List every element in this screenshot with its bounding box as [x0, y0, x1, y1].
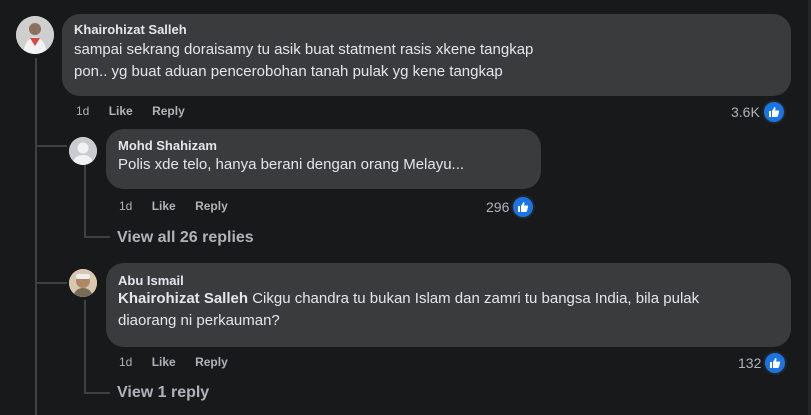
comment-text: Polis xde telo, hanya berani dengan oran… [118, 156, 465, 173]
thread-line-sub-2-hook [84, 392, 110, 394]
user-photo-icon [16, 16, 54, 54]
comment-bubble: Mohd Shahizam Polis xde telo, hanya bera… [106, 129, 541, 189]
like-button[interactable]: Like [109, 104, 133, 118]
like-button[interactable]: Like [152, 355, 176, 369]
reply-button[interactable]: Reply [195, 355, 228, 369]
thread-line-sub-1-hook [84, 236, 110, 238]
comment-time[interactable]: 1d [76, 104, 89, 118]
like-button[interactable]: Like [152, 199, 176, 213]
comment-bubble: Khairohizat Salleh sampai sekrang dorais… [62, 14, 791, 96]
like-reaction-icon [511, 195, 536, 219]
comment-time[interactable]: 1d [119, 355, 132, 369]
reaction-count-label: 132 [738, 355, 762, 371]
like-reaction-icon [763, 351, 788, 375]
thread-line-main [35, 58, 37, 415]
view-replies-link[interactable]: View all 26 replies [117, 229, 254, 247]
thread-line-branch-1 [35, 145, 67, 147]
comment-author[interactable]: Mohd Shahizam [118, 138, 529, 153]
comment-time[interactable]: 1d [119, 199, 132, 213]
reaction-count-label: 3.6K [731, 104, 760, 120]
comment-actions: 1d Like Reply [119, 199, 244, 213]
mention-link[interactable]: Khairohizat Salleh [118, 290, 248, 307]
like-reaction-icon [761, 100, 786, 124]
reply-button[interactable]: Reply [195, 199, 228, 213]
comment-author[interactable]: Khairohizat Salleh [74, 22, 779, 37]
comment-text: sampai sekrang doraisamy tu asik buat st… [74, 41, 534, 80]
avatar[interactable] [16, 16, 54, 54]
thread-line-branch-2 [35, 282, 67, 284]
reaction-count[interactable]: 132 [738, 351, 788, 375]
thread-line-sub-1 [84, 165, 86, 238]
comment-actions: 1d Like Reply [76, 104, 201, 118]
comment-author[interactable]: Abu Ismail [118, 273, 779, 288]
view-replies-link[interactable]: View 1 reply [117, 384, 209, 402]
comment-actions: 1d Like Reply [119, 355, 244, 369]
reaction-count[interactable]: 296 [486, 195, 536, 219]
avatar[interactable] [69, 269, 97, 297]
comment-text: Khairohizat Salleh Cikgu chandra tu buka… [118, 288, 738, 332]
default-avatar-icon [69, 137, 97, 165]
user-photo-icon [69, 269, 97, 297]
reaction-count[interactable]: 3.6K [731, 100, 786, 124]
thread-line-sub-2 [84, 300, 86, 394]
avatar[interactable] [69, 137, 97, 165]
reply-button[interactable]: Reply [152, 104, 185, 118]
comment-bubble: Abu Ismail Khairohizat Salleh Cikgu chan… [106, 263, 791, 347]
reaction-count-label: 296 [486, 199, 510, 215]
